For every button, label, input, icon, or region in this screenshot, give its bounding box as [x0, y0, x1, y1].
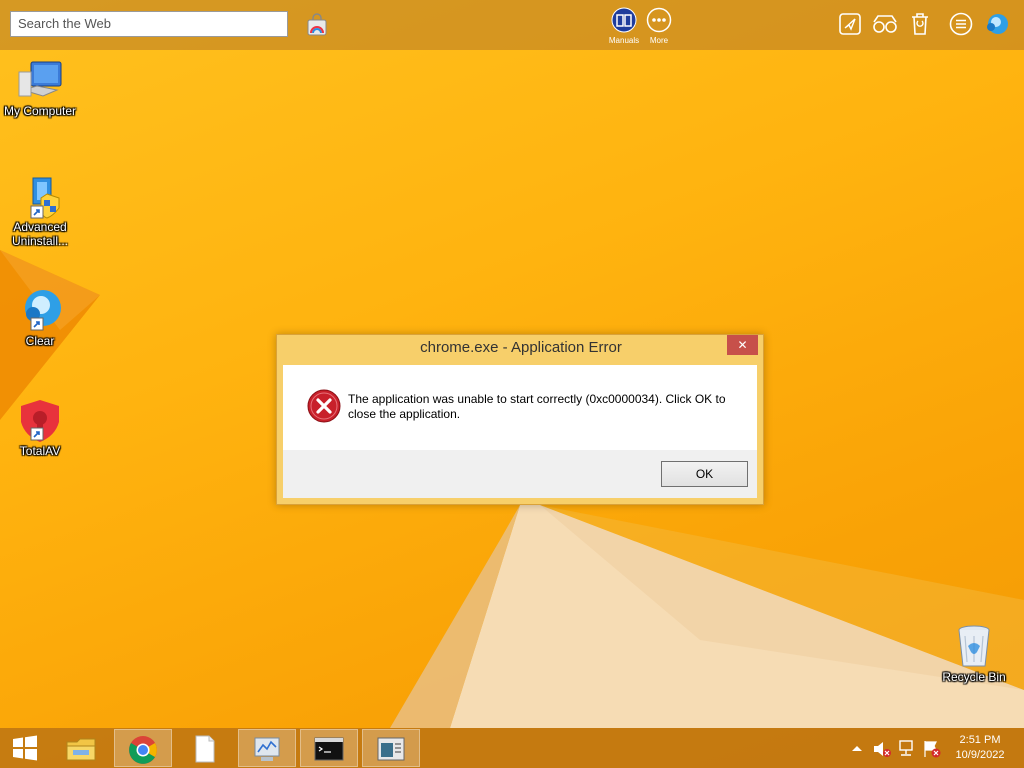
clear-icon	[25, 290, 61, 331]
taskbar-document[interactable]	[176, 729, 234, 767]
web-search-input[interactable]: Search the Web	[10, 11, 288, 37]
top-toolbar: Search the Web Manuals More	[0, 0, 1024, 50]
desktop-icon-advanced-uninstaller[interactable]: Advanced Uninstall...	[0, 176, 80, 248]
glasses-icon[interactable]	[872, 12, 898, 36]
trash-icon[interactable]	[908, 11, 932, 37]
desktop-icon-label: Advanced Uninstall...	[11, 220, 69, 248]
shopping-bag-icon[interactable]	[305, 13, 329, 37]
chrome-icon	[129, 736, 157, 764]
error-icon	[307, 389, 341, 423]
dialog-body: The application was unable to start corr…	[283, 365, 757, 498]
desktop-icon-my-computer[interactable]: My Computer	[0, 60, 80, 118]
network-icon[interactable]	[897, 739, 917, 759]
recycle-bin-icon	[958, 625, 990, 667]
manuals-book-icon[interactable]	[611, 7, 637, 33]
more-options-icon[interactable]	[646, 7, 672, 33]
application-error-dialog: chrome.exe - Application Error ✕ The app…	[276, 334, 764, 505]
menu-icon[interactable]	[949, 12, 973, 36]
desktop-icon-label: TotalAV	[19, 444, 61, 458]
taskbar: 2:51 PM 10/9/2022	[0, 728, 1024, 768]
volume-muted-icon[interactable]	[872, 740, 892, 758]
desktop-icon-recycle-bin[interactable]: Recycle Bin	[934, 622, 1014, 684]
error-message: The application was unable to start corr…	[348, 392, 726, 421]
command-prompt-icon	[314, 737, 344, 761]
folder-icon	[66, 738, 96, 761]
taskbar-file-explorer[interactable]	[52, 729, 110, 767]
blank-document-icon	[195, 735, 215, 763]
taskbar-chrome[interactable]	[114, 729, 172, 767]
more-label[interactable]: More	[639, 36, 679, 45]
action-center-flag-icon[interactable]	[922, 739, 942, 759]
system-clock[interactable]: 2:51 PM 10/9/2022	[948, 733, 1012, 763]
windows-logo-icon	[13, 735, 37, 761]
desktop: Search the Web Manuals More My Computer …	[0, 0, 1024, 768]
dialog-close-button[interactable]: ✕	[727, 335, 758, 355]
clock-time: 2:51 PM	[959, 734, 1001, 746]
clock-date: 10/9/2022	[955, 749, 1005, 761]
clear-app-icon[interactable]	[984, 11, 1010, 37]
taskbar-window-app[interactable]	[362, 729, 420, 767]
dialog-title: chrome.exe - Application Error	[420, 339, 622, 356]
send-note-icon[interactable]	[838, 12, 862, 36]
window-app-icon	[377, 737, 405, 761]
desktop-icon-clear[interactable]: Clear	[0, 288, 80, 348]
totalav-shield-icon	[21, 400, 59, 442]
desktop-icon-label: My Computer	[3, 104, 77, 118]
start-button[interactable]	[0, 729, 50, 767]
desktop-icon-label: Recycle Bin	[942, 670, 1006, 684]
taskbar-command-prompt[interactable]	[300, 729, 358, 767]
show-hidden-icons-chevron-icon[interactable]	[851, 743, 863, 753]
desktop-icon-totalav[interactable]: TotalAV	[0, 398, 80, 458]
manuals-label[interactable]: Manuals	[604, 36, 644, 45]
uninstaller-shield-icon	[30, 177, 60, 219]
monitor-chart-icon	[254, 737, 280, 761]
computer-icon	[18, 61, 62, 97]
desktop-icon-label: Clear	[25, 334, 55, 348]
taskbar-monitor-app[interactable]	[238, 729, 296, 767]
ok-button[interactable]: OK	[661, 461, 748, 487]
dialog-button-bar: OK	[283, 450, 757, 498]
